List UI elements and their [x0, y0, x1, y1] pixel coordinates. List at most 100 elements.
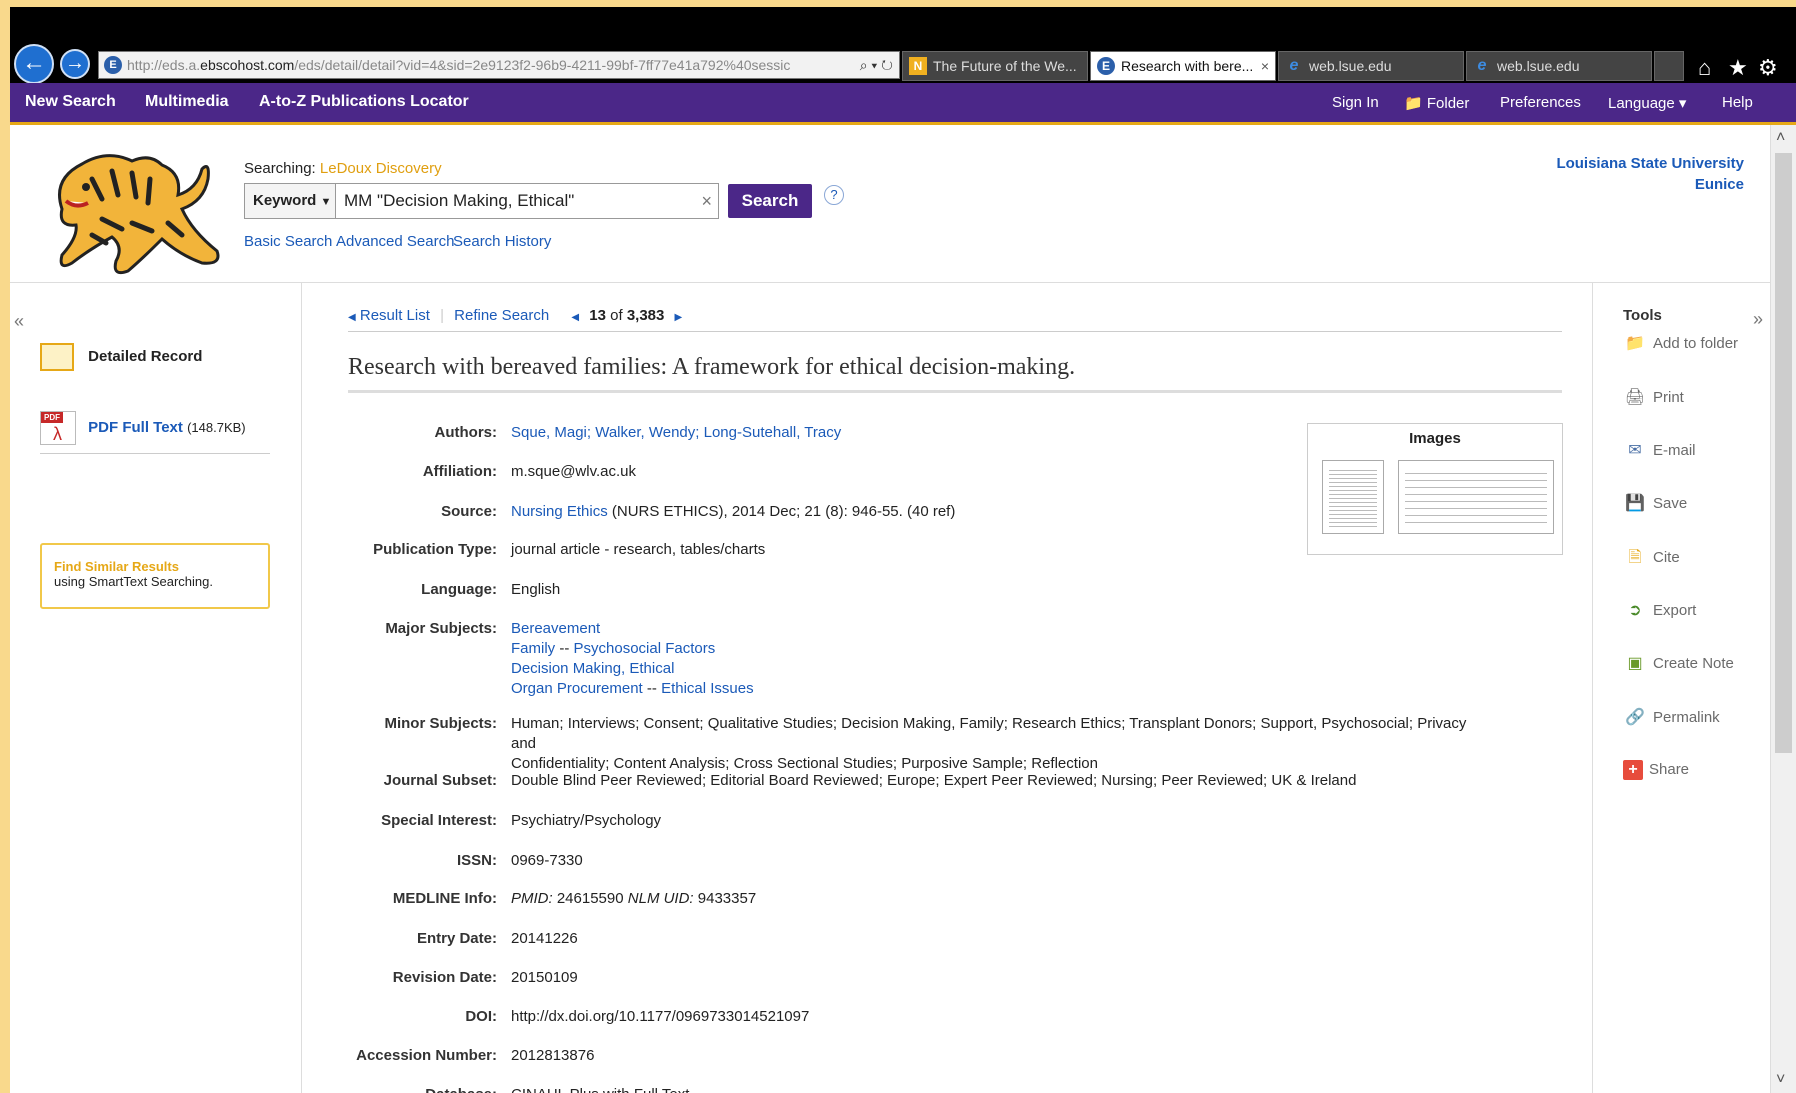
subject-link[interactable]: Decision Making, Ethical — [511, 660, 674, 677]
nav-multimedia[interactable]: Multimedia — [145, 93, 229, 111]
result-list-link[interactable]: ◀ Result List — [348, 307, 430, 324]
folder-icon: 📁 — [1404, 95, 1423, 112]
settings-gear-icon[interactable]: ⚙ — [1758, 55, 1778, 81]
tool-label: Create Note — [1653, 654, 1734, 672]
result-navigation: ◀ Result List | Refine Search ◀ 13 of 3,… — [348, 307, 682, 324]
tab-label: web.lsue.edu — [1309, 58, 1392, 74]
affiliation-value: m.sque@wlv.ac.uk — [511, 463, 636, 480]
subject-link[interactable]: Ethical Issues — [661, 680, 754, 697]
tool-label: E-mail — [1653, 441, 1696, 459]
collapse-left-icon[interactable]: « — [14, 311, 24, 332]
basic-search-link[interactable]: Basic Search — [244, 233, 332, 250]
tool-share[interactable]: + Share — [1623, 760, 1689, 780]
pdf-full-text-item[interactable]: PDF λ PDF Full Text (148.7KB) — [40, 411, 246, 445]
subject-link[interactable]: Psychosocial Factors — [574, 640, 716, 657]
search-query-text: MM "Decision Making, Ethical" — [344, 191, 575, 210]
author-link[interactable]: Walker, Wendy — [595, 424, 695, 441]
minor-subjects-links[interactable]: Human; Interviews; Consent; Qualitative … — [511, 714, 1471, 774]
author-link[interactable]: Long-Sutehall, Tracy — [704, 424, 842, 441]
tool-label: Cite — [1653, 548, 1680, 566]
scroll-up-icon[interactable]: ˄ — [1776, 129, 1785, 147]
close-tab-icon[interactable]: × — [1261, 52, 1269, 80]
expand-right-icon[interactable]: » — [1753, 309, 1763, 330]
search-button[interactable]: Search — [728, 184, 812, 218]
clear-search-icon[interactable]: × — [701, 184, 712, 218]
nav-folder[interactable]: 📁 Folder — [1404, 94, 1469, 112]
separator: ; — [695, 424, 704, 441]
search-history-link[interactable]: Search History — [453, 233, 551, 250]
page-scrollbar[interactable]: ˄ ˅ — [1770, 125, 1796, 1093]
nav-folder-label: Folder — [1426, 95, 1470, 112]
nav-preferences[interactable]: Preferences — [1500, 94, 1581, 111]
refine-search-link[interactable]: Refine Search — [454, 307, 549, 324]
tool-cite[interactable]: 🗎 Cite — [1623, 547, 1680, 569]
back-button[interactable]: ← — [14, 44, 54, 84]
tool-print[interactable]: 🖨 Print — [1623, 387, 1684, 409]
subject-link[interactable]: Family — [511, 640, 555, 657]
top-navigation: New Search Multimedia A-to-Z Publication… — [10, 83, 1796, 125]
rule-top — [348, 331, 1562, 332]
doi-label: DOI: — [465, 1008, 497, 1025]
nav-a-to-z[interactable]: A-to-Z Publications Locator — [259, 93, 469, 111]
tab-research-bereaved[interactable]: E Research with bere... × — [1090, 51, 1276, 81]
database-value: CINAHL Plus with Full Text — [511, 1085, 1471, 1093]
pdf-full-text-link[interactable]: PDF Full Text — [88, 419, 183, 436]
record-position: 13 — [589, 307, 606, 324]
note-icon: ▣ — [1627, 655, 1643, 672]
tool-add-to-folder[interactable]: 📁 Add to folder — [1623, 333, 1738, 355]
home-icon[interactable]: ⌂ — [1698, 55, 1711, 81]
pdf-icon: PDF λ — [40, 411, 76, 445]
help-icon[interactable]: ? — [824, 185, 844, 205]
searching-line: Searching: LeDoux Discovery — [244, 160, 442, 177]
ie-favicon-icon: e — [1289, 57, 1299, 74]
affiliation-label: Affiliation: — [422, 463, 497, 480]
minor-subjects-line-1: Human; Interviews; Consent; Qualitative … — [511, 715, 1467, 752]
nav-language[interactable]: Language ▾ — [1608, 94, 1686, 112]
tools-sidebar: Tools » 📁 Add to folder 🖨 Print ✉ E-mail 💾 S… — [1592, 283, 1770, 1093]
medline-label: MEDLINE Info: — [392, 890, 497, 907]
folder-icon: 📁 — [1625, 335, 1645, 352]
searching-source-link[interactable]: LeDoux Discovery — [320, 160, 442, 177]
advanced-search-link[interactable]: Advanced Search — [336, 233, 454, 250]
separator: -- — [646, 680, 657, 697]
tool-save[interactable]: 💾 Save — [1623, 493, 1687, 515]
tab-label: web.lsue.edu — [1497, 58, 1580, 74]
revision-date-label: Revision Date: — [392, 969, 497, 986]
previous-record-icon[interactable]: ◀ — [571, 312, 579, 323]
address-bar[interactable]: E http://eds.a.ebscohost.com/eds/detail/… — [98, 51, 900, 79]
nav-new-search[interactable]: New Search — [25, 93, 116, 111]
tool-email[interactable]: ✉ E-mail — [1623, 440, 1696, 462]
author-link[interactable]: Sque, Magi — [511, 424, 587, 441]
subject-link[interactable]: Bereavement — [511, 620, 600, 637]
tab-future-of-web[interactable]: N The Future of the We... — [902, 51, 1088, 81]
tab-web-lsue-2[interactable]: e web.lsue.edu — [1466, 51, 1652, 81]
scroll-down-icon[interactable]: ˅ — [1776, 1071, 1785, 1089]
find-similar-box[interactable]: Find Similar Results using SmartText Sea… — [40, 543, 270, 609]
tool-permalink[interactable]: 🔗 Permalink — [1623, 707, 1720, 729]
forward-button[interactable]: → — [60, 49, 90, 79]
separator: -- — [559, 640, 570, 657]
nav-sign-in[interactable]: Sign In — [1332, 94, 1379, 111]
doi-link[interactable]: http://dx.doi.org/10.1177/09697330145210… — [511, 1007, 1471, 1027]
favorites-star-icon[interactable]: ★ — [1728, 55, 1748, 81]
subject-link[interactable]: Organ Procurement — [511, 680, 643, 697]
search-input[interactable]: MM "Decision Making, Ethical" × — [335, 183, 719, 219]
scrollbar-thumb[interactable] — [1775, 153, 1792, 753]
tool-create-note[interactable]: ▣ Create Note — [1623, 653, 1734, 675]
field-select[interactable]: Keyword ▼ — [244, 183, 336, 219]
issn-value: 0969-7330 — [511, 852, 583, 869]
tool-label: Export — [1653, 601, 1697, 619]
tab-web-lsue-1[interactable]: e web.lsue.edu — [1278, 51, 1464, 81]
next-record-icon[interactable]: ▶ — [675, 312, 683, 323]
accession-label: Accession Number: — [356, 1047, 497, 1064]
rule-title — [348, 390, 1562, 393]
tool-export[interactable]: ➲ Export — [1623, 600, 1696, 622]
detailed-record-item[interactable]: Detailed Record — [40, 343, 202, 371]
record-total: 3,383 — [626, 307, 665, 324]
nav-help[interactable]: Help — [1722, 94, 1753, 111]
source-journal-link[interactable]: Nursing Ethics — [511, 503, 608, 520]
new-tab-button[interactable] — [1654, 51, 1684, 81]
institution-name[interactable]: Louisiana State University Eunice — [1556, 153, 1744, 195]
article-title: Research with bereaved families: A frame… — [348, 354, 1076, 380]
address-tools[interactable]: ⌕ ▾ ↻ — [853, 52, 893, 78]
